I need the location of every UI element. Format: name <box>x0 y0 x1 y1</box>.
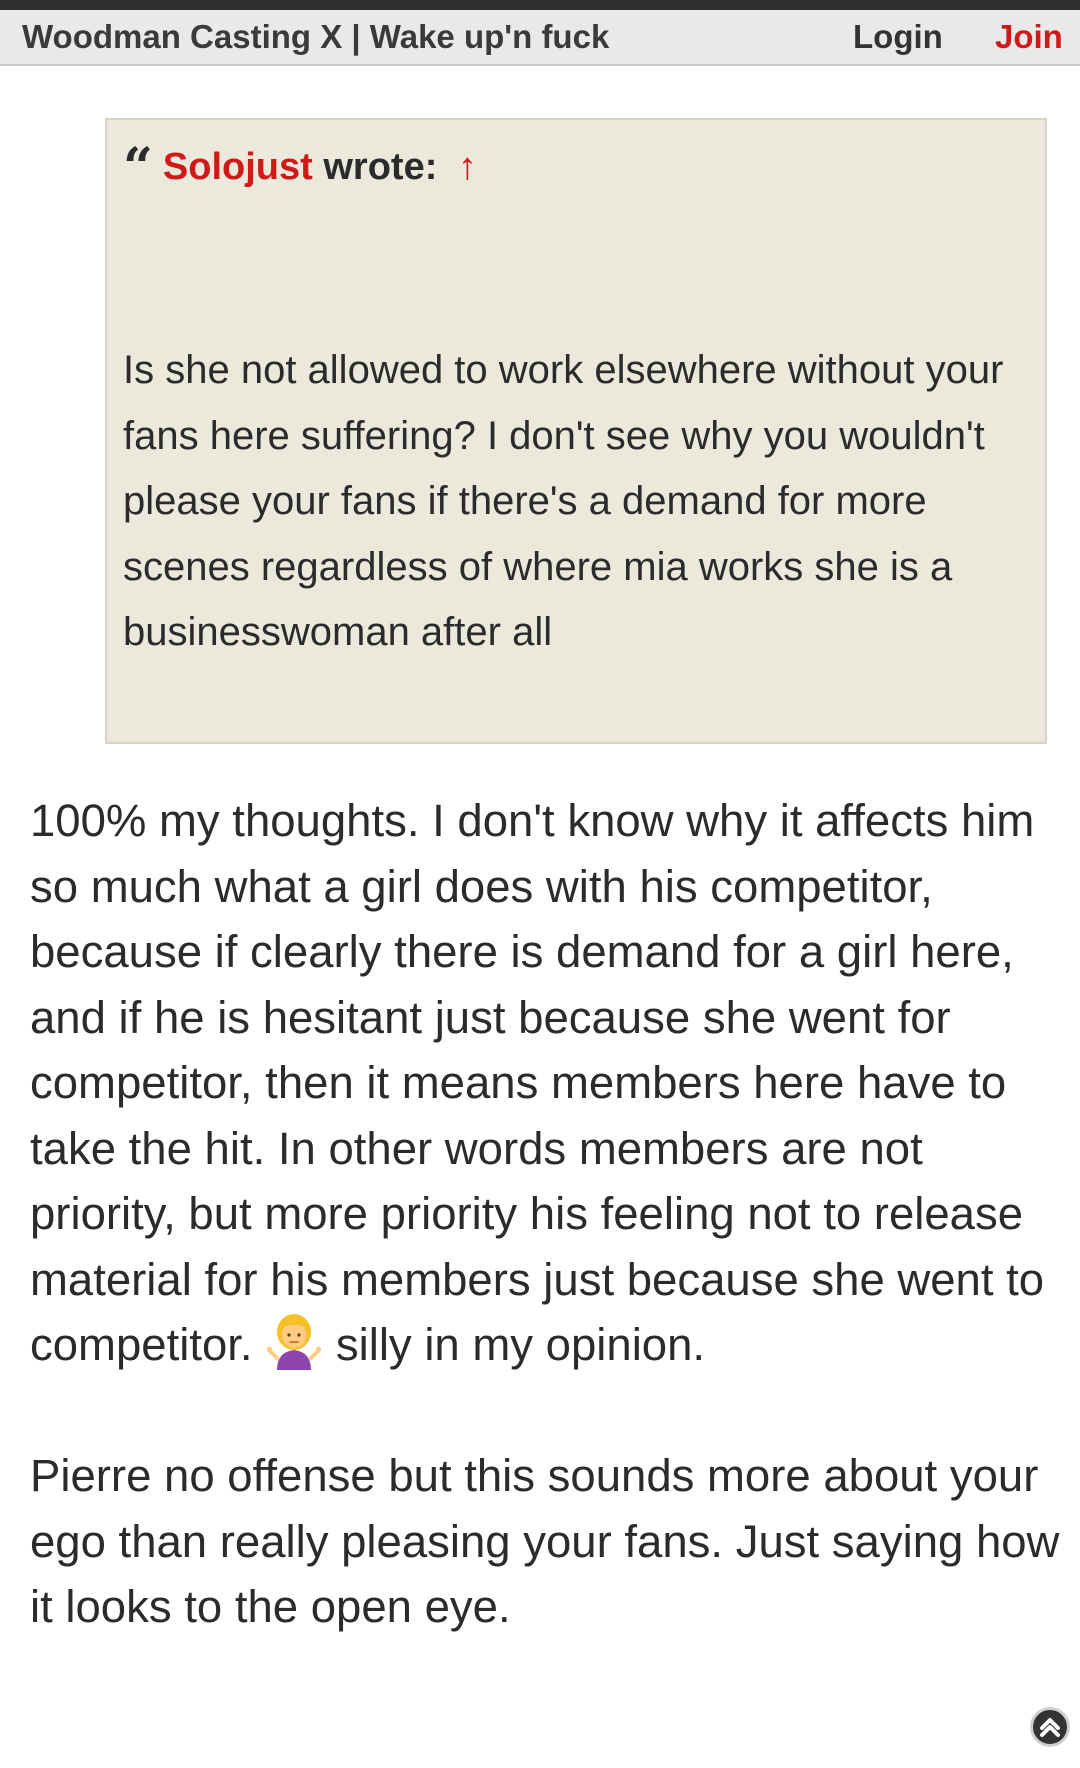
post-paragraph-1: 100% my thoughts. I don't know why it af… <box>30 788 1060 1378</box>
join-link[interactable]: Join <box>995 18 1063 56</box>
top-strip <box>0 0 1080 10</box>
quote-icon: “ <box>123 137 153 198</box>
quote-wrote-label: wrote: <box>323 146 438 188</box>
page-title[interactable]: Woodman Casting X | Wake up'n fuck <box>22 18 609 56</box>
site-header: Woodman Casting X | Wake up'n fuck Login… <box>0 10 1080 66</box>
quote-text: Is she not allowed to work elsewhere wit… <box>123 348 1004 654</box>
post-paragraph-2: Pierre no offense but this sounds more a… <box>30 1450 1060 1632</box>
quote-author-link[interactable]: Solojust <box>163 146 313 188</box>
jump-to-quote-arrow-icon[interactable]: ↑ <box>458 146 477 188</box>
quote-header: “Solojust wrote: ↑ <box>123 137 477 198</box>
scroll-to-top-button[interactable] <box>1030 1707 1070 1747</box>
person-shrugging-emoji-icon <box>267 1314 322 1370</box>
quote-block: “Solojust wrote: ↑ Is she not allowed to… <box>105 118 1047 744</box>
quote-body: Is she not allowed to work elsewhere wit… <box>123 338 1028 666</box>
post-body: 100% my thoughts. I don't know why it af… <box>30 788 1060 1640</box>
post-paragraph-1-text-after-emoji: silly in my opinion. <box>335 1319 706 1370</box>
post-paragraph-1-text: 100% my thoughts. I don't know why it af… <box>30 795 1045 1370</box>
chevron-up-circle-icon <box>1040 1718 1060 1737</box>
login-link[interactable]: Login <box>853 18 943 56</box>
